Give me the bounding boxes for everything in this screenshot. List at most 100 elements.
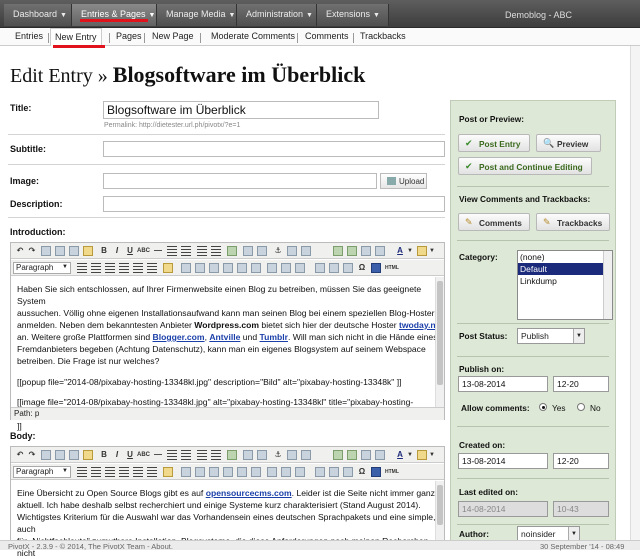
menu-dashboard[interactable]: Dashboard ▼ [4, 4, 72, 26]
indent-icon[interactable] [211, 246, 221, 256]
insert-image-icon[interactable] [333, 450, 343, 460]
row-before-icon[interactable] [267, 467, 277, 477]
subscript-icon[interactable] [257, 246, 267, 256]
subnav-moderate-comments[interactable]: Moderate Comments [211, 31, 295, 41]
intro-link[interactable]: Antville [209, 332, 240, 342]
preview-button[interactable]: 🔍 Preview [536, 134, 601, 152]
col-after-icon[interactable] [329, 263, 339, 273]
publish-date-input[interactable]: 13-08-2014 [458, 376, 548, 392]
remove-format-icon[interactable] [77, 263, 87, 273]
title-input[interactable]: Blogsoftware im Überblick [103, 101, 379, 119]
horizontal-rule-icon[interactable]: — [153, 246, 163, 256]
menu-manage-media[interactable]: Manage Media ▼ [157, 4, 237, 26]
category-option[interactable]: Linkdump [518, 275, 612, 287]
find-icon[interactable] [83, 450, 93, 460]
align-justify-icon[interactable] [133, 263, 143, 273]
delete-col-icon[interactable] [343, 263, 353, 273]
paragraph-format-select[interactable]: Paragraph [13, 262, 71, 274]
align-justify-icon[interactable] [133, 467, 143, 477]
col-before-icon[interactable] [315, 467, 325, 477]
indent-icon[interactable] [211, 450, 221, 460]
chevron-down-icon[interactable]: ▼ [427, 450, 437, 460]
table-merge-icon[interactable] [237, 263, 247, 273]
blockquote-icon[interactable] [227, 246, 237, 256]
category-listbox[interactable]: (none) Default Linkdump [517, 250, 613, 320]
undo-icon[interactable]: ↶ [15, 246, 25, 256]
text-color-icon[interactable]: A [395, 450, 405, 460]
body-scrollbar[interactable] [435, 481, 444, 541]
table-row-icon[interactable] [195, 263, 205, 273]
superscript-icon[interactable] [243, 450, 253, 460]
page-scrollbar[interactable] [630, 46, 640, 540]
bold-icon[interactable]: B [99, 450, 109, 460]
highlight-color-icon[interactable] [417, 246, 427, 256]
fullscreen-icon[interactable] [371, 263, 381, 273]
numbered-list-icon[interactable] [181, 450, 191, 460]
permalink[interactable]: Permalink: http://dietester.url.ph/pivot… [104, 122, 240, 129]
created-time-input[interactable]: 12-20 [553, 453, 609, 469]
image-input[interactable] [103, 173, 377, 189]
table-row-icon[interactable] [195, 467, 205, 477]
allow-comments-yes-radio[interactable] [539, 403, 547, 411]
insert-file-icon[interactable] [361, 246, 371, 256]
find-icon[interactable] [83, 246, 93, 256]
unlink-icon[interactable] [287, 246, 297, 256]
table-cell-icon[interactable] [223, 263, 233, 273]
redo-icon[interactable]: ↷ [27, 246, 37, 256]
clear-formatting-icon[interactable] [147, 263, 157, 273]
italic-icon[interactable]: I [112, 450, 122, 460]
subnav-new-page[interactable]: New Page [152, 31, 194, 41]
subtitle-input[interactable] [103, 141, 445, 157]
bullet-list-icon[interactable] [167, 450, 177, 460]
chevron-down-icon[interactable]: ▼ [405, 246, 415, 256]
table-split-icon[interactable] [251, 263, 261, 273]
delete-col-icon[interactable] [343, 467, 353, 477]
align-left-icon[interactable] [91, 467, 101, 477]
trackbacks-button[interactable]: ✎ Trackbacks [536, 213, 610, 231]
col-before-icon[interactable] [315, 263, 325, 273]
cut-icon[interactable] [41, 450, 51, 460]
align-center-icon[interactable] [105, 467, 115, 477]
insert-table-icon[interactable] [375, 246, 385, 256]
table-icon[interactable] [181, 467, 191, 477]
insert-media-icon[interactable] [347, 450, 357, 460]
row-after-icon[interactable] [281, 263, 291, 273]
align-right-icon[interactable] [119, 467, 129, 477]
edit-icon[interactable] [163, 467, 173, 477]
post-entry-button[interactable]: ✔ Post Entry [458, 134, 530, 152]
outdent-icon[interactable] [197, 450, 207, 460]
publish-time-input[interactable]: 12-20 [553, 376, 609, 392]
body-link[interactable]: opensourcecms.com [206, 488, 292, 498]
edit-icon[interactable] [163, 263, 173, 273]
redo-icon[interactable]: ↷ [27, 450, 37, 460]
delete-row-icon[interactable] [295, 467, 305, 477]
table-merge-icon[interactable] [237, 467, 247, 477]
delete-row-icon[interactable] [295, 263, 305, 273]
copy-icon[interactable] [55, 246, 65, 256]
intro-link[interactable]: Tumblr [260, 332, 288, 342]
site-name[interactable]: Demoblog - ABC [505, 10, 572, 20]
introduction-scrollbar[interactable] [435, 277, 444, 407]
scrollbar-thumb[interactable] [437, 281, 443, 385]
underline-icon[interactable]: U [125, 246, 135, 256]
menu-entries-pages[interactable]: Entries & Pages ▼ [72, 4, 157, 26]
subnav-pages[interactable]: Pages [116, 31, 142, 41]
table-cell-icon[interactable] [223, 467, 233, 477]
listbox-scrollbar[interactable] [603, 251, 612, 319]
special-character-icon[interactable]: Ω [357, 467, 367, 477]
copy-icon[interactable] [55, 450, 65, 460]
category-option[interactable]: (none) [518, 251, 612, 263]
anchor-icon[interactable] [301, 246, 311, 256]
table-column-icon[interactable] [209, 467, 219, 477]
outdent-icon[interactable] [197, 246, 207, 256]
post-continue-button[interactable]: ✔ Post and Continue Editing [458, 157, 592, 175]
bullet-list-icon[interactable] [167, 246, 177, 256]
paste-icon[interactable] [69, 246, 79, 256]
row-after-icon[interactable] [281, 467, 291, 477]
highlight-color-icon[interactable] [417, 450, 427, 460]
table-icon[interactable] [181, 263, 191, 273]
fullscreen-icon[interactable] [371, 467, 381, 477]
intro-link[interactable]: Blogger.com [153, 332, 205, 342]
insert-image-icon[interactable] [333, 246, 343, 256]
upload-button[interactable]: Upload [380, 173, 427, 189]
